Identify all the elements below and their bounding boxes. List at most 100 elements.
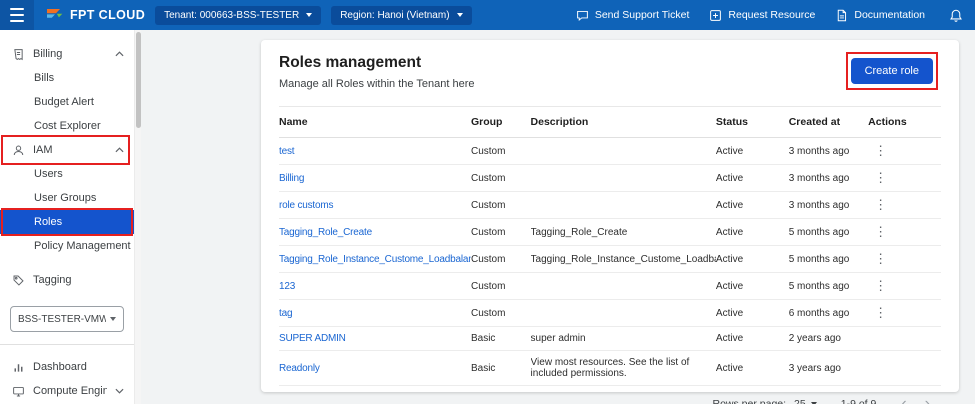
row-actions-button[interactable]: ⋮ — [868, 278, 893, 293]
role-group: Custom — [470, 272, 531, 300]
role-name-link[interactable]: SUPER ADMIN — [279, 333, 346, 344]
tenant-label: Tenant: 000663-BSS-TESTER — [164, 9, 300, 21]
chevron-down-icon — [115, 385, 124, 397]
role-created-at: 5 months ago — [788, 245, 869, 273]
role-name-link[interactable]: 123 — [279, 281, 295, 292]
brand-text: FPT CLOUD — [70, 8, 146, 22]
sidebar-item-compute-engine[interactable]: Compute Engine — [0, 379, 134, 403]
rows-per-page-selector[interactable]: 25 — [794, 398, 817, 404]
role-name-link[interactable]: Tagging_Role_Instance_Custome_Loadbalanc… — [279, 254, 471, 265]
role-description — [530, 299, 716, 327]
row-actions-button[interactable]: ⋮ — [868, 197, 893, 212]
role-description: Tagging_Role_Create — [530, 218, 716, 246]
role-description — [530, 191, 716, 219]
column-header-created-at: Created at — [788, 106, 869, 138]
sidebar-item-tagging[interactable]: Tagging — [0, 268, 134, 292]
role-name-link[interactable]: test — [279, 146, 295, 157]
hamburger-menu-icon[interactable] — [0, 0, 34, 30]
role-group: Custom — [470, 245, 531, 273]
role-group: Basic — [470, 350, 531, 386]
sidebar-item-budget-alert[interactable]: Budget Alert — [0, 90, 134, 114]
table-row: SUPER ADMIN Basic super admin Active 2 y… — [279, 326, 941, 351]
table-row: role customs Custom Active 3 months ago … — [279, 191, 941, 219]
role-group: Basic — [470, 326, 531, 351]
sidebar-item-bills[interactable]: Bills — [0, 66, 134, 90]
table-header-row: Name Group Description Status Created at… — [279, 106, 941, 138]
table-row: Billing Custom Active 3 months ago ⋮ — [279, 164, 941, 192]
region-selector[interactable]: Region: Hanoi (Vietnam) — [331, 5, 472, 25]
notifications-button[interactable] — [949, 8, 963, 23]
tenant-selector[interactable]: Tenant: 000663-BSS-TESTER — [155, 5, 322, 25]
table-footer: Rows per page: 25 1-9 of 9 ‹ › — [279, 386, 941, 404]
sidebar-item-label: IAM — [33, 144, 53, 156]
column-header-status: Status — [715, 106, 789, 138]
role-created-at: 3 months ago — [788, 191, 869, 219]
sidebar-item-policy-management[interactable]: Policy Management — [0, 234, 134, 258]
sidebar-scrollbar[interactable] — [134, 30, 141, 404]
sidebar-item-cost-explorer[interactable]: Cost Explorer — [0, 114, 134, 138]
iam-icon — [12, 144, 25, 157]
table-body: test Custom Active 3 months ago ⋮ Billin… — [279, 137, 941, 386]
row-actions-button[interactable]: ⋮ — [868, 143, 893, 158]
role-created-at: 3 years ago — [788, 350, 869, 386]
row-actions-button[interactable]: ⋮ — [868, 170, 893, 185]
role-name-link[interactable]: Tagging_Role_Create — [279, 227, 372, 238]
fpt-logo-icon — [47, 9, 63, 18]
create-role-button[interactable]: Create role — [850, 58, 933, 84]
role-status: Active — [715, 272, 789, 300]
table-row: 123 Custom Active 5 months ago ⋮ — [279, 272, 941, 300]
pagination-next-button[interactable]: › — [916, 396, 939, 404]
row-actions-button[interactable]: ⋮ — [868, 305, 893, 320]
project-selector-value: BSS-TESTER-VMW-VPC-BI... — [18, 313, 106, 325]
role-description: View most resources. See the list of inc… — [530, 350, 716, 386]
table-row: Readonly Basic View most resources. See … — [279, 350, 941, 386]
row-actions-button[interactable]: ⋮ — [868, 224, 893, 239]
row-actions-button[interactable]: ⋮ — [868, 251, 893, 266]
sidebar-item-dashboard[interactable]: Dashboard — [0, 355, 134, 379]
tagging-icon — [12, 274, 25, 287]
sidebar-item-iam[interactable]: IAM — [0, 135, 134, 165]
sidebar-item-billing[interactable]: Billing — [0, 42, 134, 66]
sidebar-item-users[interactable]: Users — [0, 162, 134, 186]
sidebar-item-roles[interactable]: Roles — [0, 208, 134, 236]
role-group: Custom — [470, 299, 531, 327]
role-name-link[interactable]: Billing — [279, 173, 304, 184]
sidebar: Billing Bills Budget Alert Cost Explorer… — [0, 30, 134, 404]
page-title: Roles management — [279, 54, 422, 71]
role-created-at: 2 years ago — [788, 326, 869, 351]
send-support-ticket-label: Send Support Ticket — [594, 9, 690, 21]
sidebar-item-user-groups[interactable]: User Groups — [0, 186, 134, 210]
support-ticket-icon — [576, 10, 588, 21]
role-status: Active — [715, 218, 789, 246]
role-created-at: 5 months ago — [788, 272, 869, 300]
role-name-link[interactable]: tag — [279, 308, 293, 319]
pagination-prev-button[interactable]: ‹ — [892, 396, 915, 404]
documentation-icon — [838, 9, 847, 21]
fpt-logo: FPT CLOUD — [46, 8, 145, 22]
table-row: tag Custom Active 6 months ago ⋮ — [279, 299, 941, 327]
page-subtitle: Manage all Roles within the Tenant here — [279, 78, 475, 90]
rows-per-page-value: 25 — [794, 398, 806, 404]
role-status: Active — [715, 326, 789, 351]
send-support-ticket-link[interactable]: Send Support Ticket — [576, 9, 690, 22]
role-description — [530, 164, 716, 192]
column-header-group: Group — [470, 106, 531, 138]
request-resource-icon — [710, 9, 722, 21]
role-name-link[interactable]: Readonly — [279, 363, 320, 374]
role-group: Custom — [470, 137, 531, 165]
role-created-at: 3 months ago — [788, 164, 869, 192]
role-created-at: 5 months ago — [788, 218, 869, 246]
table-row: test Custom Active 3 months ago ⋮ — [279, 137, 941, 165]
billing-icon — [12, 48, 25, 61]
role-description: Tagging_Role_Instance_Custome_Loadbalanc… — [530, 245, 716, 273]
request-resource-link[interactable]: Request Resource — [709, 9, 815, 22]
roles-card: Roles management Manage all Roles within… — [261, 40, 959, 404]
documentation-link[interactable]: Documentation — [835, 9, 925, 22]
project-selector[interactable]: BSS-TESTER-VMW-VPC-BI... — [10, 306, 124, 332]
role-status: Active — [715, 245, 789, 273]
role-name-link[interactable]: role customs — [279, 200, 333, 211]
chevron-down-icon — [456, 13, 463, 17]
region-label: Region: Hanoi (Vietnam) — [340, 9, 450, 21]
main-content: Roles management Manage all Roles within… — [141, 30, 975, 404]
role-created-at: 6 months ago — [788, 299, 869, 327]
